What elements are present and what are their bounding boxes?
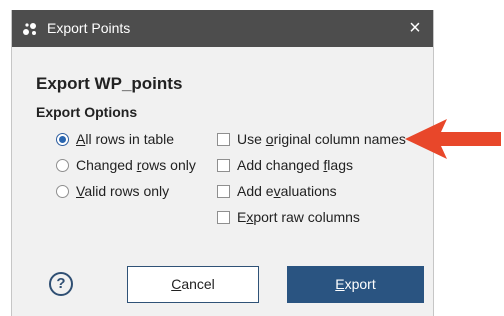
radio-button-all-rows[interactable]	[56, 132, 69, 146]
radio-all-rows[interactable]: All rows in table	[56, 131, 174, 147]
title-bar: Export Points ×	[12, 10, 433, 47]
dialog-heading: Export WP_points	[36, 74, 183, 93]
radio-valid-rows[interactable]: Valid rows only	[56, 183, 169, 199]
checkbox-label-raw-columns: Export raw columns	[237, 209, 360, 225]
checkbox-evaluations[interactable]: Add evaluations	[217, 183, 337, 199]
checkbox-original-column-names[interactable]: Use original column names	[217, 131, 406, 147]
export-points-dialog: Export Points × Export WP_points Export …	[11, 10, 434, 316]
close-icon[interactable]: ×	[403, 16, 427, 40]
radio-label-all-rows: All rows in table	[76, 131, 175, 147]
export-button[interactable]: Export	[287, 266, 424, 303]
cancel-button[interactable]: Cancel	[127, 266, 259, 303]
checkbox-label-changed-flags: Add changed flags	[237, 157, 353, 173]
help-icon[interactable]: ?	[49, 272, 73, 296]
checkbox-box-original-column-names[interactable]	[217, 132, 230, 146]
radio-button-changed-rows[interactable]	[56, 158, 69, 172]
export-options-label: Export Options	[36, 104, 138, 120]
radio-label-changed-rows: Changed rows only	[76, 157, 196, 173]
radio-button-valid-rows[interactable]	[56, 184, 69, 198]
app-icon	[23, 23, 36, 35]
checkbox-box-changed-flags[interactable]	[217, 158, 230, 172]
checkbox-raw-columns[interactable]: Export raw columns	[217, 209, 360, 225]
radio-changed-rows[interactable]: Changed rows only	[56, 157, 196, 173]
checkbox-box-evaluations[interactable]	[217, 184, 230, 198]
annotation-arrow-icon	[405, 119, 501, 159]
window-title: Export Points	[47, 20, 131, 36]
radio-label-valid-rows: Valid rows only	[76, 183, 170, 199]
checkbox-box-raw-columns[interactable]	[217, 210, 230, 224]
checkbox-changed-flags[interactable]: Add changed flags	[217, 157, 353, 173]
checkbox-label-evaluations: Add evaluations	[237, 183, 337, 199]
checkbox-label-original-column-names: Use original column names	[237, 131, 406, 147]
